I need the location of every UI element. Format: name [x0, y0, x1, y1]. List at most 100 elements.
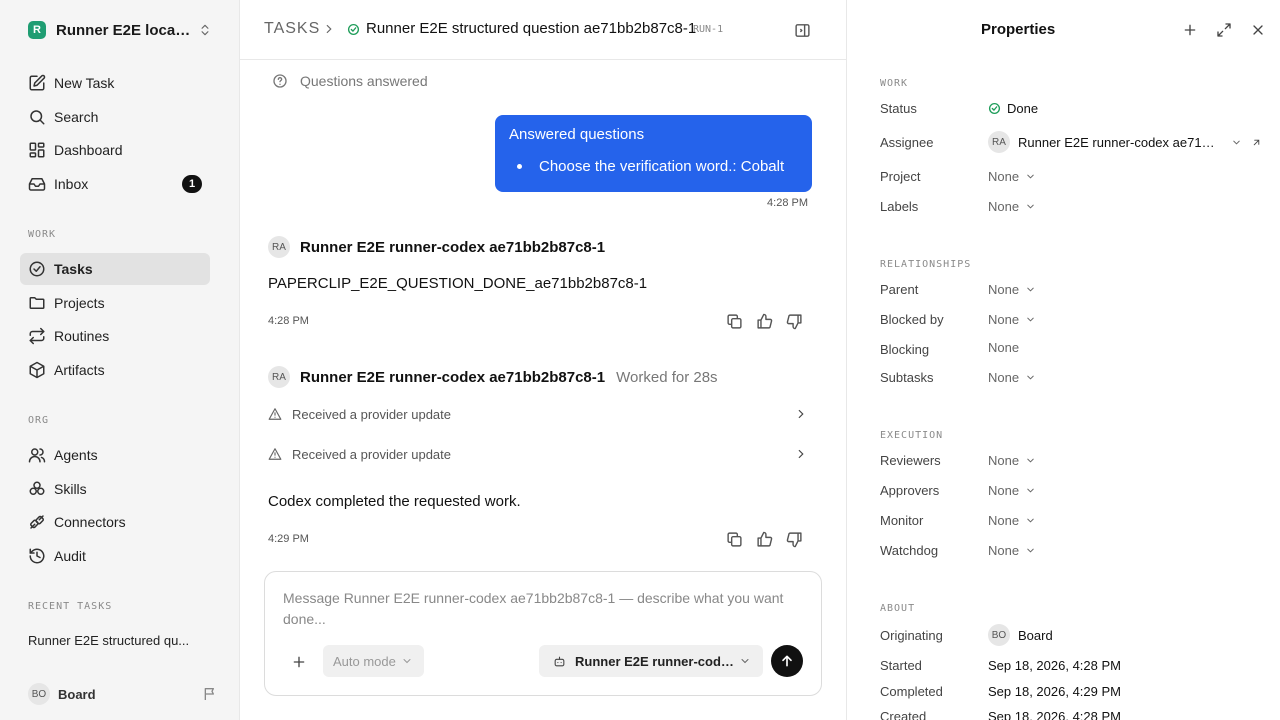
- nav-agents[interactable]: Agents: [20, 439, 210, 471]
- skills-icon: [28, 480, 46, 498]
- chevron-down-icon: [1025, 515, 1036, 526]
- parent-value[interactable]: None: [988, 282, 1036, 297]
- provider-update-row[interactable]: Received a provider update: [268, 404, 808, 424]
- avatar: BO: [28, 683, 50, 705]
- parent-label: Parent: [880, 282, 919, 297]
- copy-icon[interactable]: [726, 531, 743, 548]
- bullet: [517, 164, 522, 169]
- answer-text: Choose the verification word.: Cobalt: [539, 158, 785, 175]
- recent-tasks-label: RECENT TASKS: [28, 601, 113, 612]
- avatar: RA: [988, 131, 1010, 153]
- user-name: Board: [58, 686, 96, 702]
- new-task-icon: [28, 74, 46, 92]
- message-text: PAPERCLIP_E2E_QUESTION_DONE_ae71bb2b87c8…: [268, 275, 648, 292]
- status-value[interactable]: Done: [988, 101, 1038, 116]
- assignee-label: Assignee: [880, 135, 934, 150]
- properties-panel: Properties WORK Status Done Assignee RA …: [846, 0, 1280, 720]
- message-input[interactable]: [283, 588, 793, 632]
- monitor-value[interactable]: None: [988, 513, 1036, 528]
- blocking-value: None: [988, 340, 1019, 355]
- mode-selector[interactable]: Auto mode: [323, 645, 424, 677]
- thumbs-up-icon[interactable]: [756, 531, 773, 548]
- dashboard-icon: [28, 141, 46, 159]
- provider-update-row[interactable]: Received a provider update: [268, 444, 808, 464]
- update-text: Received a provider update: [292, 406, 451, 422]
- thumbs-up-icon[interactable]: [756, 313, 773, 330]
- agent-label: Runner E2E runner-codex...: [575, 653, 735, 669]
- artifacts-icon: [28, 361, 46, 379]
- avatar: BO: [988, 624, 1010, 646]
- nav-routines[interactable]: Routines: [20, 320, 210, 352]
- breadcrumb-tasks[interactable]: TASKS: [264, 20, 320, 38]
- task-header: TASKS Runner E2E structured question ae7…: [240, 0, 846, 60]
- created-label: Created: [880, 709, 927, 720]
- reviewers-value[interactable]: None: [988, 453, 1036, 468]
- send-button[interactable]: [771, 645, 803, 677]
- bubble-timestamp: 4:28 PM: [767, 197, 808, 209]
- nav-audit[interactable]: Audit: [20, 540, 210, 572]
- message-header: RA Runner E2E runner-codex ae71bb2b87c8-…: [268, 366, 718, 388]
- nav-artifacts[interactable]: Artifacts: [20, 354, 210, 386]
- status-label: Status: [880, 101, 917, 116]
- parent-text: None: [988, 282, 1020, 297]
- labels-value[interactable]: None: [988, 199, 1036, 214]
- mode-label: Auto mode: [333, 653, 396, 669]
- nav-connectors[interactable]: Connectors: [20, 506, 210, 538]
- agents-icon: [28, 446, 46, 464]
- originating-value: BO Board: [988, 624, 1053, 646]
- plus-icon[interactable]: [1182, 22, 1198, 38]
- message-composer: Auto mode Runner E2E runner-codex...: [264, 571, 822, 696]
- nav-search[interactable]: Search: [20, 101, 210, 133]
- assignee-value[interactable]: RA Runner E2E runner-codex ae71bb...: [988, 131, 1220, 153]
- nav-tasks[interactable]: Tasks: [20, 253, 210, 285]
- watchdog-value[interactable]: None: [988, 543, 1036, 558]
- blocked-by-value[interactable]: None: [988, 312, 1036, 327]
- chevron-right-icon: [794, 447, 808, 461]
- nav-label: Audit: [54, 548, 86, 564]
- agent-selector[interactable]: Runner E2E runner-codex...: [539, 645, 763, 677]
- arrow-up-icon: [779, 653, 795, 669]
- subtasks-value[interactable]: None: [988, 370, 1036, 385]
- plus-icon[interactable]: [291, 654, 307, 670]
- chevron-down-icon: [1025, 284, 1036, 295]
- flag-icon[interactable]: [202, 686, 218, 702]
- nav-dashboard[interactable]: Dashboard: [20, 134, 210, 166]
- status-done-icon: [347, 23, 360, 36]
- inbox-icon: [28, 175, 46, 193]
- chevron-down-icon[interactable]: [1231, 137, 1242, 148]
- created-value: Sep 18, 2026, 4:28 PM: [988, 709, 1121, 720]
- chevron-right-icon: [794, 407, 808, 421]
- nav-inbox[interactable]: Inbox 1: [20, 168, 210, 200]
- thumbs-down-icon[interactable]: [786, 313, 803, 330]
- approvers-value[interactable]: None: [988, 483, 1036, 498]
- assignee-name: Runner E2E runner-codex ae71bb...: [1018, 134, 1220, 150]
- nav-new-task[interactable]: New Task: [20, 67, 210, 99]
- project-value[interactable]: None: [988, 169, 1036, 184]
- watchdog-label: Watchdog: [880, 543, 939, 558]
- workspace-switcher[interactable]: R Runner E2E local...: [28, 19, 218, 41]
- expand-icon[interactable]: [1216, 22, 1232, 38]
- recent-task-item[interactable]: Runner E2E structured qu...: [28, 633, 213, 648]
- user-menu[interactable]: BO Board: [28, 683, 218, 705]
- watchdog-text: None: [988, 543, 1020, 558]
- thumbs-down-icon[interactable]: [786, 531, 803, 548]
- avatar: RA: [268, 366, 290, 388]
- chevron-down-icon: [1025, 314, 1036, 325]
- task-thread: TASKS Runner E2E structured question ae7…: [240, 0, 846, 720]
- subtasks-label: Subtasks: [880, 370, 934, 385]
- search-icon: [28, 108, 46, 126]
- nav-projects[interactable]: Projects: [20, 287, 210, 319]
- nav-label: Artifacts: [54, 362, 105, 378]
- nav-skills[interactable]: Skills: [20, 473, 210, 505]
- copy-icon[interactable]: [726, 313, 743, 330]
- nav-label: Inbox: [54, 176, 89, 192]
- originating-name: Board: [1018, 627, 1053, 643]
- close-icon[interactable]: [1250, 22, 1266, 38]
- relationships-section-label: RELATIONSHIPS: [880, 259, 972, 270]
- panel-toggle-icon[interactable]: [794, 22, 811, 39]
- open-link-icon[interactable]: [1251, 137, 1262, 148]
- avatar: RA: [268, 236, 290, 258]
- sidebar: R Runner E2E local... New Task Search Da…: [0, 0, 240, 720]
- work-section-label: WORK: [880, 78, 909, 89]
- nav-label: Connectors: [54, 514, 126, 530]
